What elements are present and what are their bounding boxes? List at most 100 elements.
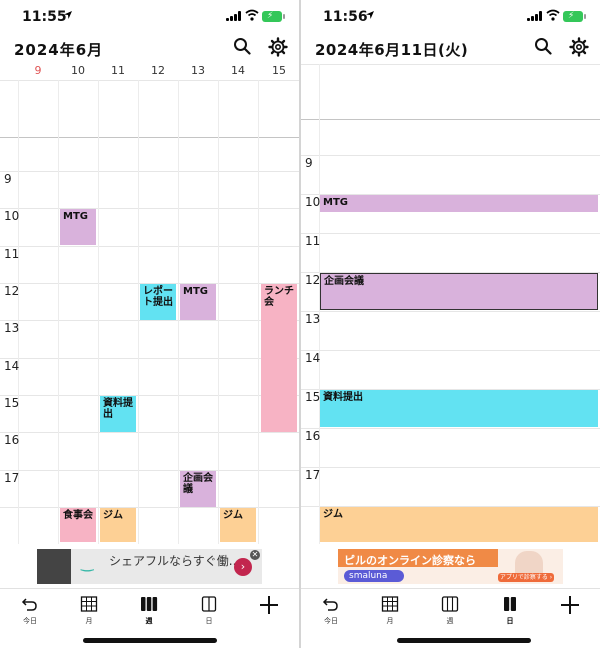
status-bar: 11:55 ⚡ (0, 0, 299, 34)
event-mtg[interactable]: MTG (320, 195, 598, 212)
tab-week[interactable]: 週 (430, 595, 470, 626)
day-grid[interactable]: 9 10 11 12 13 14 15 16 17 MTG 企画会議 資料提出 … (301, 64, 600, 544)
month-grid-icon (80, 596, 98, 612)
hour-label: 16 (305, 429, 321, 443)
status-bar: 11:56 ⚡ (301, 0, 600, 34)
day-label[interactable]: 11 (98, 64, 138, 77)
tab-label: 日 (205, 617, 213, 625)
hour-label: 10 (4, 209, 20, 223)
battery-charging-icon: ⚡ (262, 11, 285, 22)
tab-label: 月 (85, 617, 93, 625)
hour-label: 12 (305, 273, 321, 287)
week-view-panel: 11:55 ⚡ 2024年6月 9 10 11 12 13 14 15 9 10… (0, 0, 299, 648)
day-column-icon (504, 597, 516, 611)
location-arrow-icon (366, 11, 374, 19)
hour-label: 17 (305, 468, 321, 482)
ad-text: シェアフルならすぐ働... (109, 554, 241, 568)
tab-label: 今日 (324, 617, 338, 625)
tab-week[interactable]: 週 (129, 595, 169, 626)
calendar-header: 2024年6月 (0, 34, 299, 62)
undo-icon (322, 598, 338, 611)
day-view-panel: 11:56 ⚡ 2024年6月11日(火) 9 10 11 12 13 14 1… (301, 0, 600, 648)
tab-day[interactable]: 日 (490, 595, 530, 626)
status-time: 11:56 (323, 9, 368, 25)
day-label[interactable]: 14 (218, 64, 258, 77)
calendar-header: 2024年6月11日(火) (301, 34, 600, 62)
event-lunch[interactable]: ランチ会 (261, 284, 297, 432)
week-columns-icon (141, 597, 158, 611)
hour-label: 14 (305, 351, 321, 365)
weekday-header: 9 10 11 12 13 14 15 (0, 64, 299, 80)
add-event-button[interactable] (249, 595, 289, 615)
event-gym[interactable]: ジム (220, 508, 256, 542)
tab-month[interactable]: 月 (370, 595, 410, 626)
event-report[interactable]: レポート提出 (140, 284, 176, 320)
gear-icon[interactable] (268, 37, 288, 57)
hour-label: 13 (305, 312, 321, 326)
event-planning-meeting[interactable]: 企画会議 (180, 471, 216, 507)
wifi-icon (245, 9, 259, 21)
event-dinner[interactable]: 食事会 (60, 508, 96, 542)
hour-label: 9 (305, 156, 313, 170)
event-mtg[interactable]: MTG (180, 284, 216, 320)
add-icon (260, 596, 278, 614)
event-planning-meeting[interactable]: 企画会議 (320, 273, 598, 310)
tab-label: 日 (506, 617, 514, 625)
hour-label: 14 (4, 359, 20, 373)
hour-label: 15 (4, 396, 20, 410)
ad-logo: smaluna (344, 570, 404, 582)
home-indicator (83, 638, 217, 643)
day-label[interactable]: 12 (138, 64, 178, 77)
day-label[interactable]: 9 (18, 64, 58, 77)
location-arrow-icon (64, 11, 72, 19)
undo-icon (21, 598, 37, 611)
event-docs[interactable]: 資料提出 (100, 396, 136, 432)
tab-day[interactable]: 日 (189, 595, 229, 626)
month-title: 2024年6月 (14, 41, 104, 59)
search-icon[interactable] (534, 37, 552, 55)
event-mtg[interactable]: MTG (60, 209, 96, 245)
tab-label: 週 (145, 617, 153, 625)
date-title: 2024年6月11日(火) (315, 41, 469, 59)
ad-banner[interactable]: ‿ シェアフルならすぐ働... › ✕ (37, 549, 262, 584)
ad-logo-icon: ‿ (81, 554, 94, 572)
hour-label: 11 (305, 234, 321, 248)
hour-label: 10 (305, 195, 321, 209)
day-column-icon (201, 596, 217, 612)
hour-label: 11 (4, 247, 20, 261)
ad-cta-button[interactable]: アプリで診察する › (498, 573, 554, 582)
day-label[interactable]: 13 (178, 64, 218, 77)
hour-label: 12 (4, 284, 20, 298)
ad-close-icon[interactable]: ✕ (250, 550, 260, 560)
tab-label: 月 (386, 617, 394, 625)
week-grid[interactable]: 9 10 11 12 13 14 15 16 17 MTG レポート提出 MTG… (0, 80, 299, 544)
gear-icon[interactable] (569, 37, 589, 57)
hour-label: 9 (4, 172, 12, 186)
tab-today[interactable]: 今日 (311, 595, 351, 626)
event-gym[interactable]: ジム (100, 508, 136, 542)
search-icon[interactable] (233, 37, 251, 55)
event-docs[interactable]: 資料提出 (320, 390, 598, 427)
event-gym[interactable]: ジム (320, 507, 598, 542)
week-columns-icon (441, 596, 459, 612)
tab-today[interactable]: 今日 (10, 595, 50, 626)
ad-go-button[interactable]: › (234, 558, 252, 576)
month-grid-icon (381, 596, 399, 612)
status-time: 11:55 (22, 9, 67, 25)
ad-thumbnail (37, 549, 71, 584)
day-label[interactable]: 10 (58, 64, 98, 77)
ad-banner[interactable]: ピルのオンライン診察なら smaluna アプリで診察する › (338, 549, 563, 584)
hour-label: 15 (305, 390, 321, 404)
battery-charging-icon: ⚡ (563, 11, 586, 22)
signal-icon (226, 11, 242, 21)
add-event-button[interactable] (550, 595, 590, 615)
tab-label: 週 (446, 617, 454, 625)
hour-label: 17 (4, 471, 20, 485)
home-indicator (397, 638, 531, 643)
day-label[interactable]: 15 (259, 64, 299, 77)
tab-month[interactable]: 月 (69, 595, 109, 626)
add-icon (561, 596, 579, 614)
hour-label: 13 (4, 321, 20, 335)
hour-label: 16 (4, 433, 20, 447)
signal-icon (527, 11, 543, 21)
